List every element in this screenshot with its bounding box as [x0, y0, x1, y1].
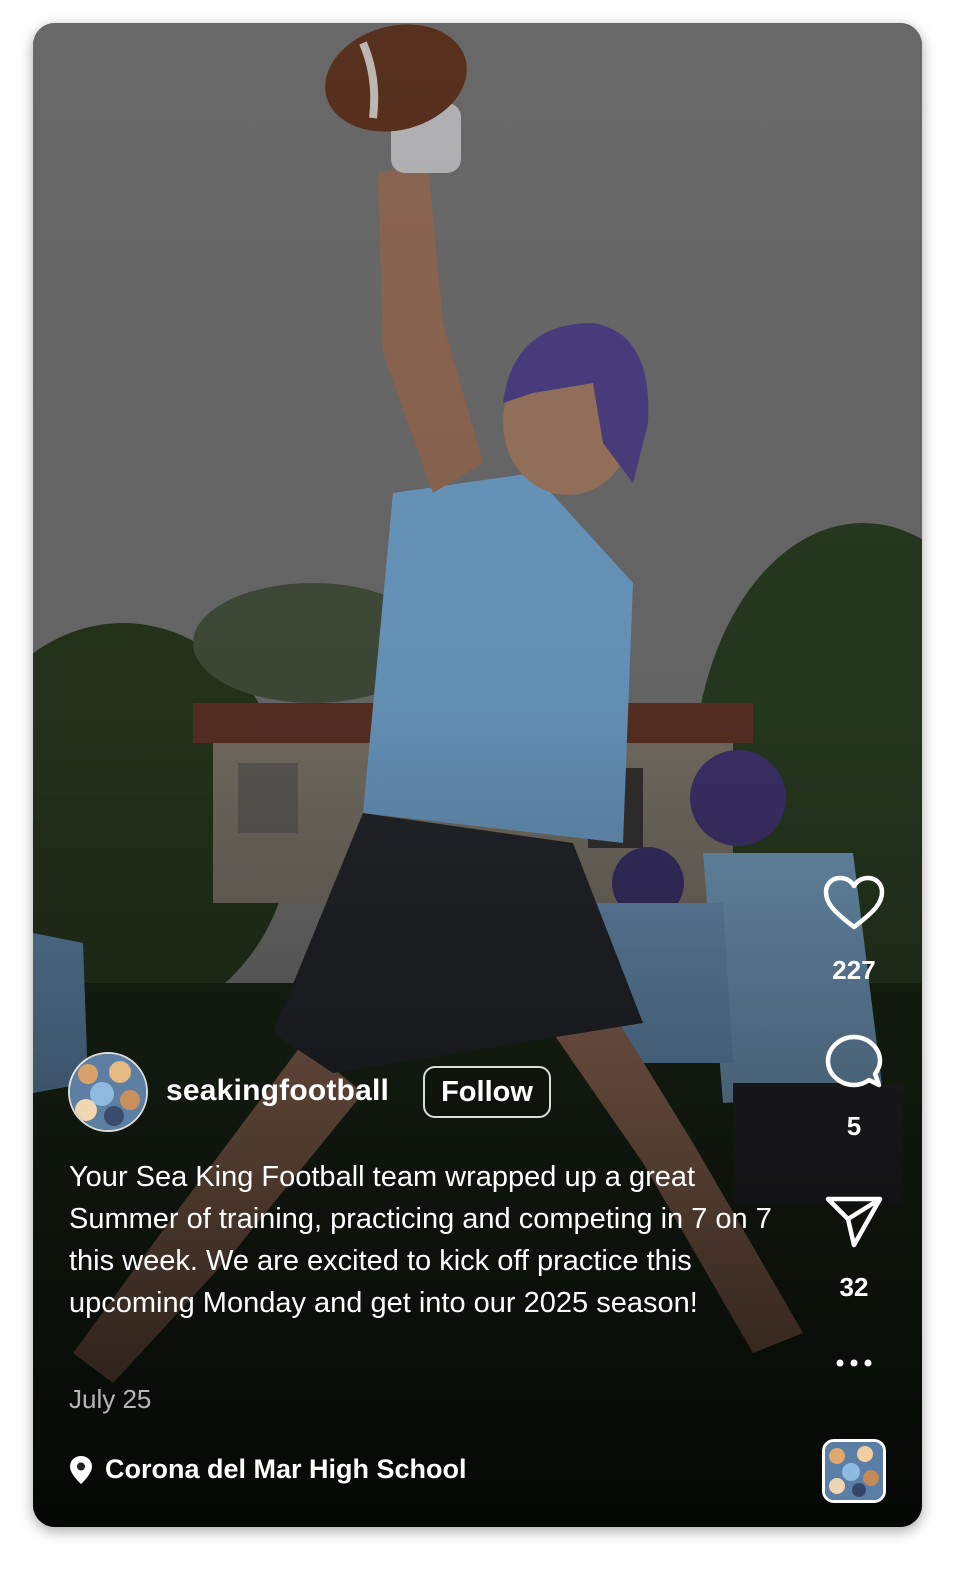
username[interactable]: seakingfootball — [166, 1074, 389, 1108]
location-label: Corona del Mar High School — [105, 1454, 467, 1484]
comment-button[interactable] — [814, 1033, 894, 1096]
heart-icon — [823, 875, 885, 930]
location-pin-icon — [70, 1455, 92, 1484]
more-options-button[interactable] — [814, 1356, 894, 1375]
post-caption[interactable]: Your Sea King Football team wrapped up a… — [69, 1156, 789, 1324]
comment-bubble-icon — [825, 1034, 883, 1088]
audio-thumbnail[interactable] — [822, 1439, 886, 1503]
like-button[interactable] — [814, 875, 894, 936]
send-paper-plane-icon — [825, 1196, 883, 1248]
avatar[interactable] — [68, 1052, 148, 1132]
like-count: 227 — [832, 955, 876, 985]
location-link[interactable]: Corona del Mar High School — [69, 1454, 467, 1485]
reel-frame: seakingfootball Follow Your Sea King Foo… — [33, 23, 922, 1527]
more-dots-icon — [836, 1359, 872, 1367]
share-button[interactable] — [814, 1195, 894, 1254]
audio-cover-image — [825, 1442, 883, 1500]
comment-count: 5 — [846, 1111, 862, 1141]
share-count: 32 — [839, 1272, 869, 1302]
follow-button[interactable]: Follow — [423, 1066, 551, 1118]
avatar-image — [70, 1054, 146, 1130]
post-date: July 25 — [69, 1384, 152, 1414]
